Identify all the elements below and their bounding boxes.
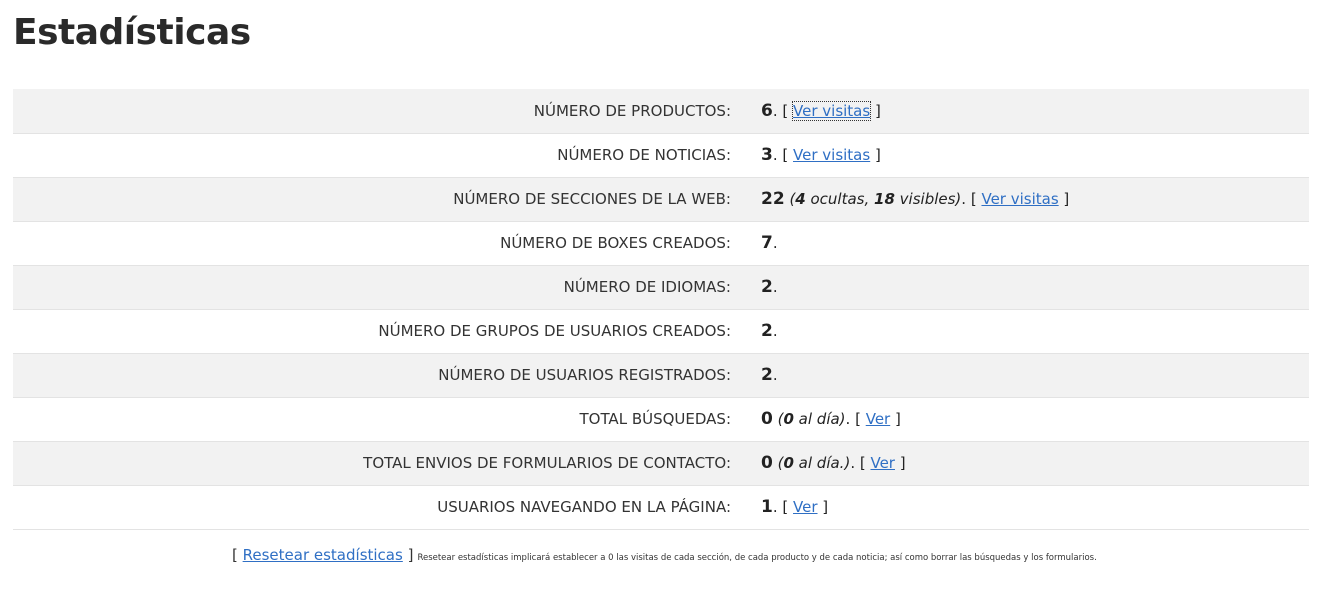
stats-table: NÚMERO DE PRODUCTOS: 6. [ Ver visitas ] … (13, 89, 1309, 530)
bracket-open: [ (850, 410, 866, 428)
table-row: NÚMERO DE GRUPOS DE USUARIOS CREADOS: 2. (13, 309, 1309, 354)
stat-label-grupos: NÚMERO DE GRUPOS DE USUARIOS CREADOS: (13, 309, 746, 354)
resetear-estadisticas-link[interactable]: Resetear estadísticas (243, 546, 403, 564)
stat-value-period: . (772, 278, 778, 296)
stat-value-boxes: 7 (761, 233, 773, 253)
secciones-visibles-text: visibles) (894, 190, 962, 208)
bracket-close: ] (890, 410, 901, 428)
stat-value-cell: 0 (0 al día.). [ Ver ] (746, 441, 1309, 486)
stat-value-busquedas: 0 (761, 409, 773, 429)
stat-label-noticias: NÚMERO DE NOTICIAS: (13, 133, 746, 178)
bracket-close: ] (870, 101, 881, 120)
table-row: NÚMERO DE BOXES CREADOS: 7. (13, 221, 1309, 266)
table-row: NÚMERO DE NOTICIAS: 3. [ Ver visitas ] (13, 133, 1309, 178)
table-row: NÚMERO DE PRODUCTOS: 6. [ Ver visitas ] (13, 89, 1309, 134)
table-row: NÚMERO DE IDIOMAS: 2. (13, 265, 1309, 310)
paren-open: ( (772, 410, 784, 428)
table-row: NÚMERO DE SECCIONES DE LA WEB: 22 (4 ocu… (13, 177, 1309, 222)
stat-label-usuarios-navegando: USUARIOS NAVEGANDO EN LA PÁGINA: (13, 485, 746, 530)
page-title: Estadísticas (13, 12, 251, 53)
stat-value-productos: 6 (761, 100, 773, 121)
bracket-open: [ (966, 190, 982, 208)
secciones-ocultas-count: 4 (795, 190, 806, 208)
stat-value-cell: 3. [ Ver visitas ] (746, 133, 1309, 178)
stat-value-noticias: 3 (761, 145, 773, 165)
stat-value-secciones: 22 (761, 189, 785, 209)
busquedas-per-day: 0 (783, 410, 794, 428)
ver-visitas-productos-link[interactable]: Ver visitas (792, 100, 872, 121)
bracket-open: [ (777, 498, 794, 516)
stat-value-cell: 2. (746, 265, 1309, 310)
stat-value-period: . (772, 322, 778, 340)
ver-usuarios-navegando-link[interactable]: Ver (793, 498, 818, 516)
table-row: NÚMERO DE USUARIOS REGISTRADOS: 2. (13, 353, 1309, 398)
secciones-detail: (4 ocultas, 18 visibles) (784, 190, 962, 208)
table-row: TOTAL ENVIOS DE FORMULARIOS DE CONTACTO:… (13, 441, 1309, 486)
stat-value-idiomas: 2 (761, 277, 773, 297)
stats-page: Estadísticas NÚMERO DE PRODUCTOS: 6. [ V… (0, 0, 1319, 590)
bracket-close: ] (870, 146, 881, 164)
bracket-open: [ (777, 101, 794, 120)
secciones-visibles-count: 18 (874, 190, 895, 208)
reset-footer: [ Resetear estadísticas ] Resetear estadí… (232, 546, 1097, 564)
stat-value-usuarios-navegando: 1 (761, 497, 773, 517)
stat-label-usuarios-registrados: NÚMERO DE USUARIOS REGISTRADOS: (13, 353, 746, 398)
stat-value-cell: 6. [ Ver visitas ] (746, 89, 1309, 134)
stat-label-productos: NÚMERO DE PRODUCTOS: (13, 89, 746, 134)
bracket-open: [ (777, 146, 794, 164)
busquedas-detail: (0 al día) (773, 410, 846, 428)
formularios-detail: (0 al día.) (772, 454, 851, 472)
stat-label-idiomas: NÚMERO DE IDIOMAS: (13, 265, 746, 310)
stat-value-grupos: 2 (761, 321, 773, 341)
reset-warning-note: Resetear estadísticas implicará establec… (417, 553, 1097, 563)
ver-visitas-noticias-link[interactable]: Ver visitas (793, 146, 870, 164)
stat-value-cell: 2. (746, 353, 1309, 398)
stat-label-boxes: NÚMERO DE BOXES CREADOS: (13, 221, 746, 266)
stat-label-busquedas: TOTAL BÚSQUEDAS: (13, 397, 746, 442)
stat-value-cell: 0 (0 al día). [ Ver ] (746, 397, 1309, 442)
ver-visitas-secciones-link[interactable]: Ver visitas (981, 190, 1058, 208)
stat-label-secciones: NÚMERO DE SECCIONES DE LA WEB: (13, 177, 746, 222)
stat-value-cell: 22 (4 ocultas, 18 visibles). [ Ver visit… (746, 177, 1309, 222)
stat-value-period: . (772, 234, 778, 252)
bracket-open: [ (232, 546, 243, 564)
stat-label-formularios: TOTAL ENVIOS DE FORMULARIOS DE CONTACTO: (13, 441, 746, 486)
per-day-text: al día) (793, 410, 846, 428)
table-row: TOTAL BÚSQUEDAS: 0 (0 al día). [ Ver ] (13, 397, 1309, 442)
paren-open: ( (784, 190, 796, 208)
bracket-close: ] (817, 498, 829, 516)
bracket-close: ] (1058, 190, 1070, 208)
stat-value-usuarios-registrados: 2 (761, 365, 773, 385)
paren-open: ( (772, 454, 784, 472)
stat-value-formularios: 0 (761, 453, 773, 473)
table-row: USUARIOS NAVEGANDO EN LA PÁGINA: 1. [ Ve… (13, 485, 1309, 530)
bracket-open: [ (855, 454, 871, 472)
stat-value-cell: 2. (746, 309, 1309, 354)
secciones-ocultas-text: ocultas, (805, 190, 875, 208)
per-day-text: al día.) (793, 454, 851, 472)
stat-value-cell: 7. (746, 221, 1309, 266)
ver-formularios-link[interactable]: Ver (870, 454, 895, 472)
stat-value-cell: 1. [ Ver ] (746, 485, 1309, 530)
bracket-close: ] (402, 546, 414, 564)
ver-busquedas-link[interactable]: Ver (866, 410, 891, 428)
bracket-close: ] (894, 454, 906, 472)
stat-value-period: . (772, 366, 778, 384)
formularios-per-day: 0 (783, 454, 794, 472)
